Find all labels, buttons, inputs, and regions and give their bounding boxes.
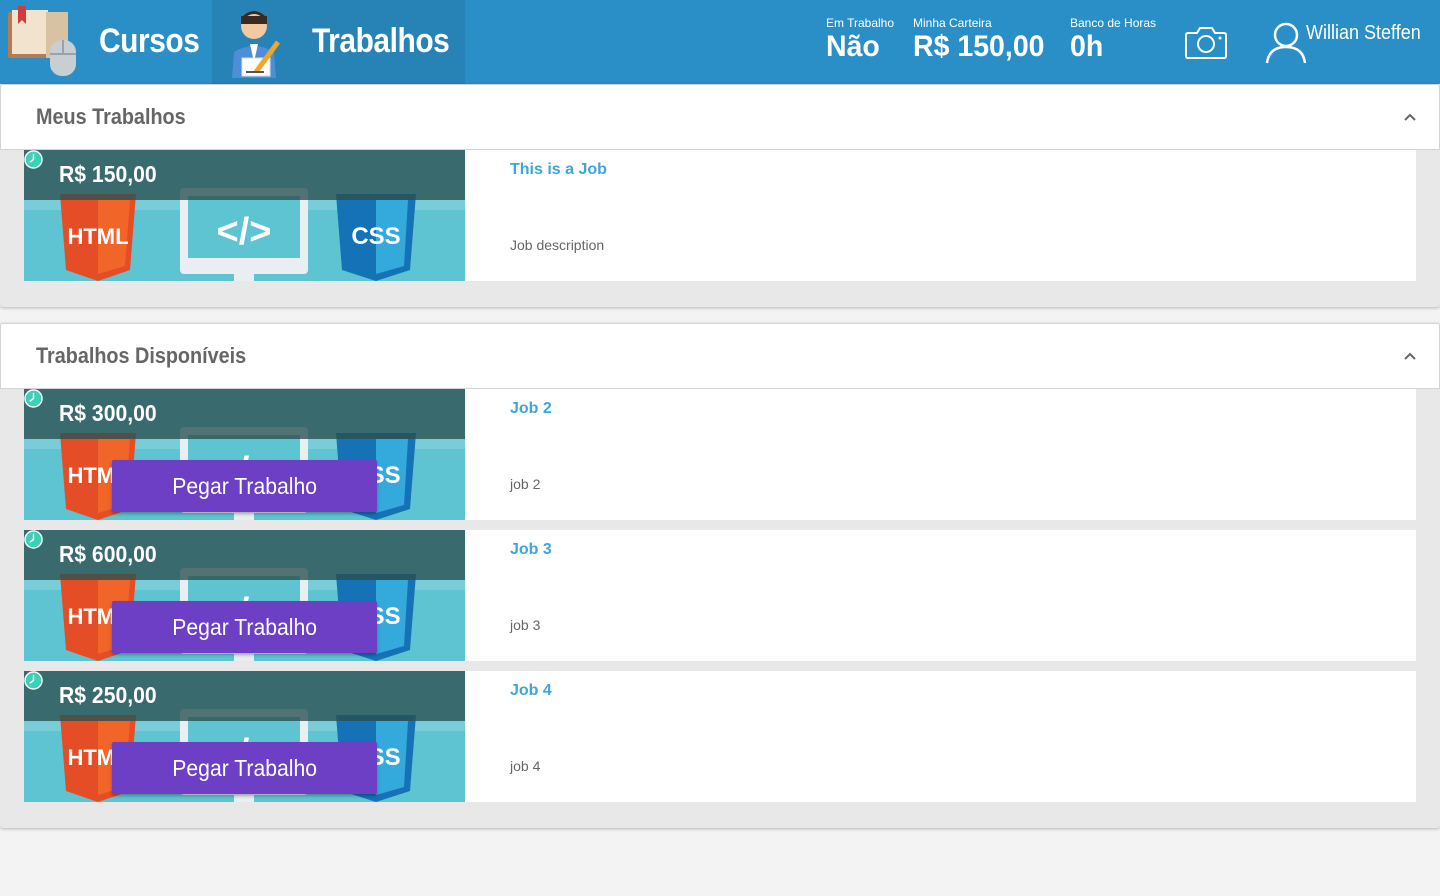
book-mouse-icon xyxy=(8,6,76,76)
job-thumbnail: HTML </> CSS R$ 250,00 Pegar Trabalho xyxy=(24,671,465,802)
html-label: HTML xyxy=(67,224,128,249)
camera-icon[interactable] xyxy=(1185,25,1227,59)
job-title[interactable]: Job 2 xyxy=(510,400,552,418)
job-price: R$ 150,00 xyxy=(59,161,157,187)
pegar-trabalho-label: Pegar Trabalho xyxy=(172,754,317,781)
clock-icon xyxy=(24,150,43,169)
panel-title: Trabalhos Disponíveis xyxy=(36,343,247,368)
job-description: Job description xyxy=(510,237,605,253)
job-title[interactable]: Job 4 xyxy=(510,682,552,700)
job-card[interactable]: HTML </> CSS R$ 250,00 Pegar Trabalho Jo… xyxy=(24,671,1416,802)
tab-trabalhos[interactable]: Trabalhos xyxy=(212,0,465,84)
tab-trabalhos-label: Trabalhos xyxy=(312,22,450,60)
job-description: job 2 xyxy=(510,476,541,492)
clock-icon xyxy=(24,671,43,690)
em-trabalho-value: Não xyxy=(826,30,880,63)
job-description: job 3 xyxy=(510,617,541,633)
user-icon[interactable] xyxy=(1264,20,1308,64)
banco-horas-value: 0h xyxy=(1070,30,1104,63)
job-thumbnail: HTML </> CSS R$ 300,00 Pegar Trabalho xyxy=(24,389,465,520)
job-card[interactable]: HTML </> CSS R$ 300,00 Pegar Trabalho Jo… xyxy=(24,389,1416,520)
trabalhos-disponiveis-header[interactable]: Trabalhos Disponíveis xyxy=(0,323,1440,389)
css-label: CSS xyxy=(351,223,400,250)
carteira-value: R$ 150,00 xyxy=(913,30,1045,63)
top-bar: Cursos Trabalhos Em Trabalho Não Minha C… xyxy=(0,0,1440,84)
job-price: R$ 600,00 xyxy=(59,541,157,567)
em-trabalho-stat: Em Trabalho Não xyxy=(826,16,894,64)
worker-writing-icon xyxy=(232,11,281,78)
job-card[interactable]: HTML </> CSS R$ 150,00 This is a Job Job… xyxy=(24,150,1416,281)
meus-trabalhos-header[interactable]: Meus Trabalhos xyxy=(0,84,1440,150)
job-price: R$ 300,00 xyxy=(59,400,157,426)
chevron-up-icon[interactable] xyxy=(1403,349,1417,363)
panel-title: Meus Trabalhos xyxy=(36,104,186,129)
clock-icon xyxy=(24,389,43,408)
job-thumbnail: HTML </> CSS R$ 600,00 Pegar Trabalho xyxy=(24,530,465,661)
meus-trabalhos-panel: Meus Trabalhos HTML </> CSS R$ 150,00 Th… xyxy=(0,84,1440,307)
banco-horas-stat: Banco de Horas 0h xyxy=(1070,16,1156,64)
tab-cursos-label: Cursos xyxy=(99,22,200,60)
pegar-trabalho-label: Pegar Trabalho xyxy=(172,613,317,640)
job-title[interactable]: This is a Job xyxy=(510,161,607,179)
pegar-trabalho-button[interactable]: Pegar Trabalho xyxy=(112,742,377,794)
clock-icon xyxy=(24,530,43,549)
pegar-trabalho-button[interactable]: Pegar Trabalho xyxy=(112,460,377,512)
job-price: R$ 250,00 xyxy=(59,682,157,708)
job-description: job 4 xyxy=(510,758,541,774)
chevron-up-icon[interactable] xyxy=(1403,110,1417,124)
carteira-stat: Minha Carteira R$ 150,00 xyxy=(913,16,1051,64)
carteira-caption: Minha Carteira xyxy=(913,16,992,30)
job-thumbnail: HTML </> CSS R$ 150,00 xyxy=(24,150,465,281)
banco-horas-caption: Banco de Horas xyxy=(1070,16,1157,30)
tab-cursos[interactable]: Cursos xyxy=(0,0,212,84)
em-trabalho-caption: Em Trabalho xyxy=(826,16,895,30)
user-name[interactable]: Willian Steffen xyxy=(1306,22,1421,45)
job-title[interactable]: Job 3 xyxy=(510,541,552,559)
job-card[interactable]: HTML </> CSS R$ 600,00 Pegar Trabalho Jo… xyxy=(24,530,1416,661)
code-label: </> xyxy=(217,211,272,253)
pegar-trabalho-label: Pegar Trabalho xyxy=(172,472,317,499)
pegar-trabalho-button[interactable]: Pegar Trabalho xyxy=(112,601,377,653)
trabalhos-disponiveis-panel: Trabalhos Disponíveis HTML </> CSS R$ 30… xyxy=(0,323,1440,828)
